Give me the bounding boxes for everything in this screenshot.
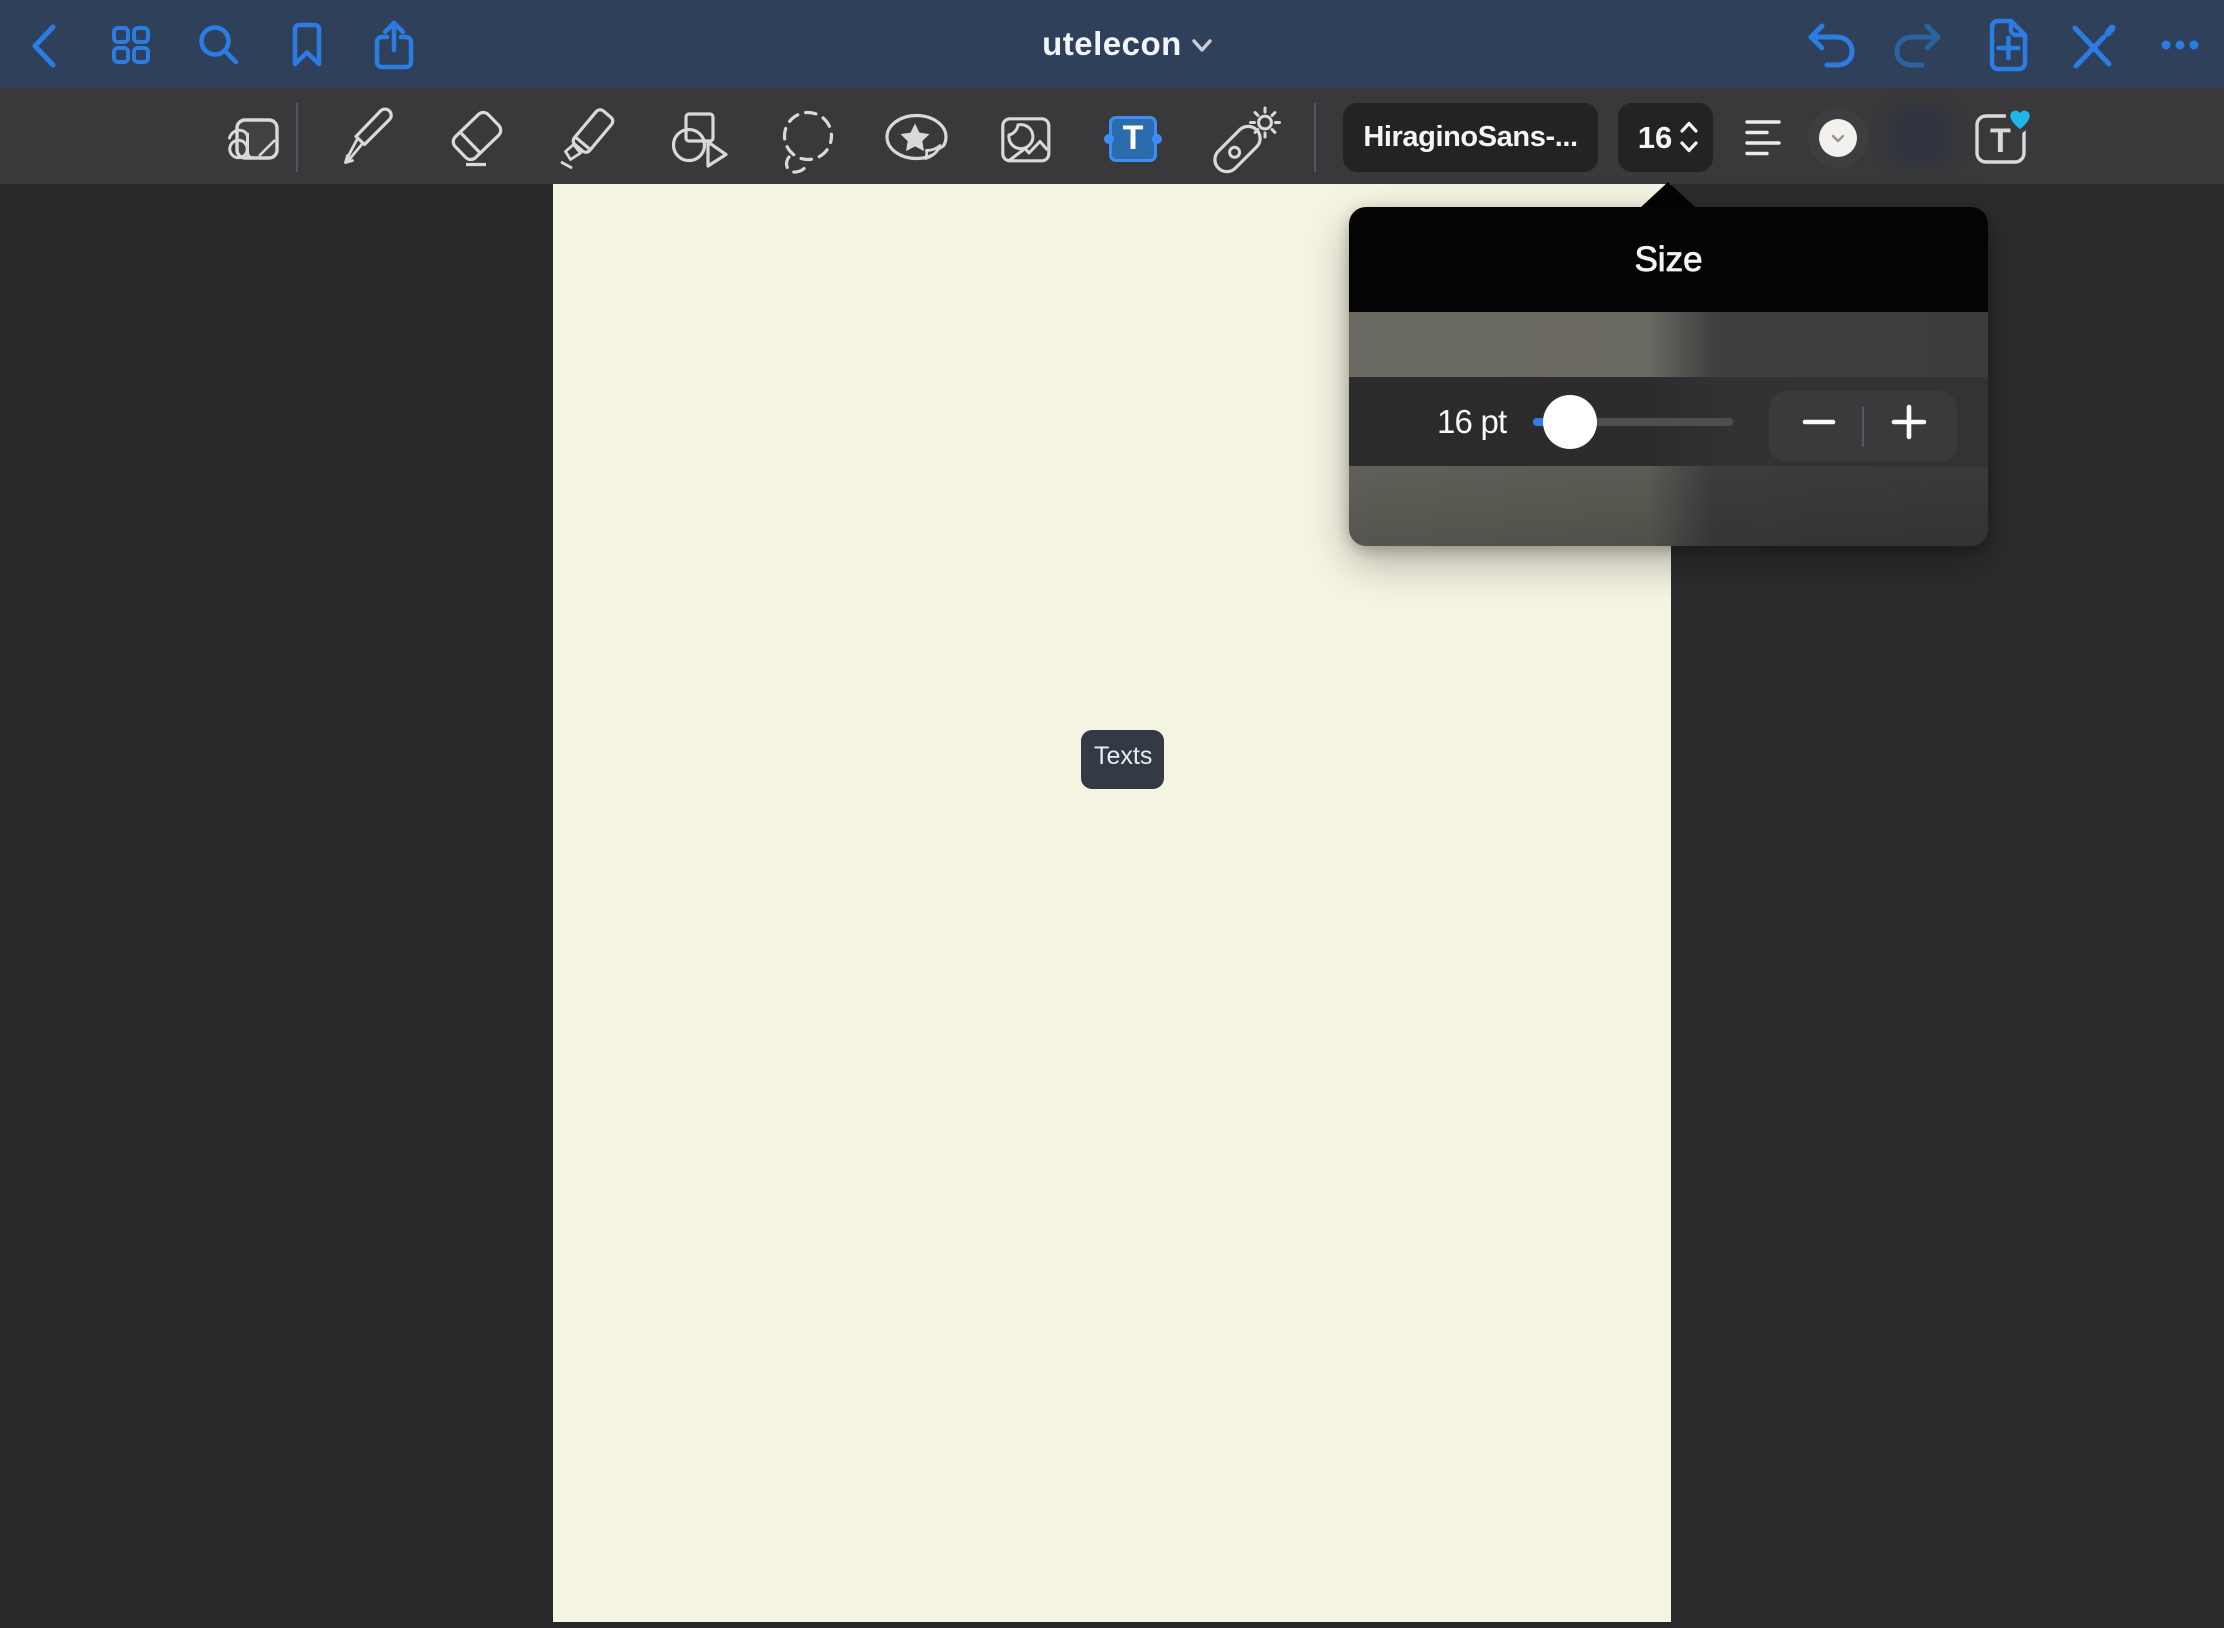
svg-text:T: T (1990, 122, 2011, 160)
